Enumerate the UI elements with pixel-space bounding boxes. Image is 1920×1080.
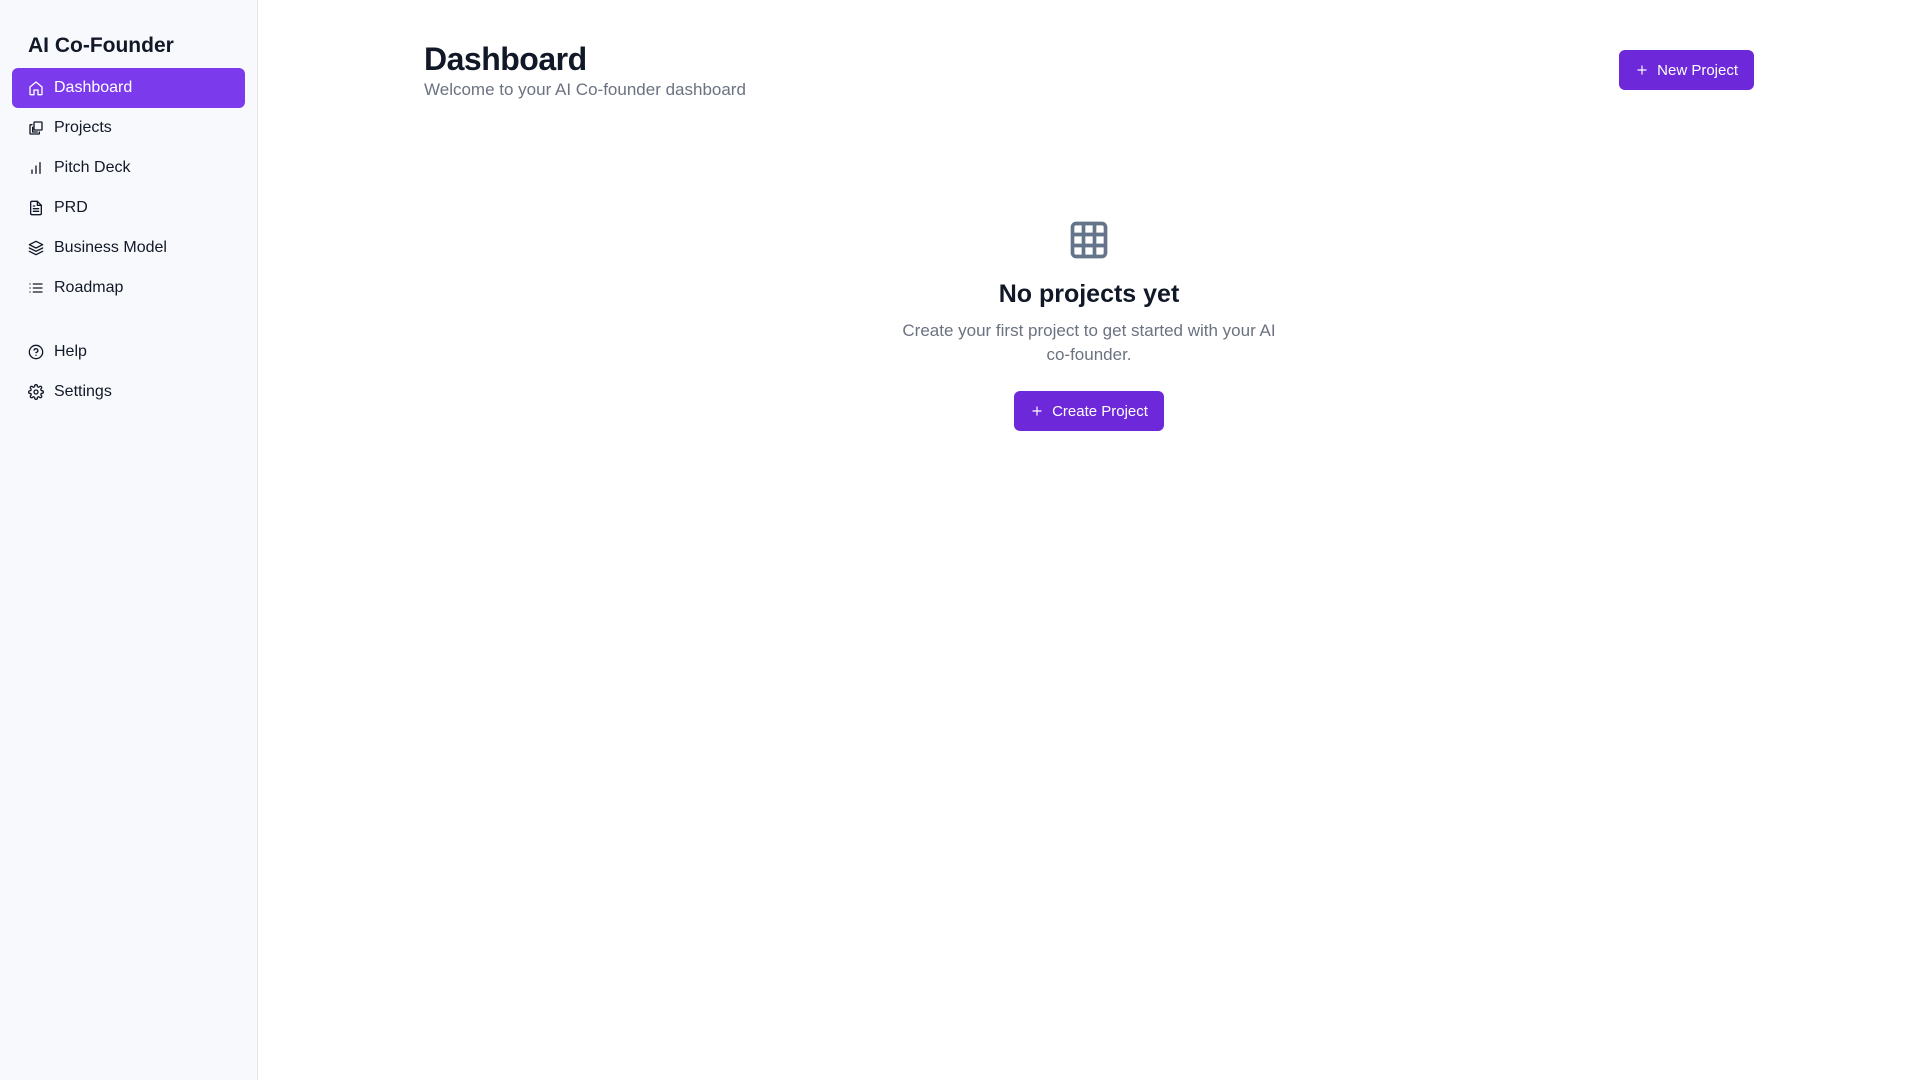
main-content: Dashboard Welcome to your AI Co-founder … bbox=[258, 0, 1920, 1080]
sidebar-nav: Dashboard Projects Pitch Deck PRD Busine… bbox=[12, 68, 245, 412]
create-project-label: Create Project bbox=[1052, 402, 1148, 420]
gear-icon bbox=[28, 384, 44, 400]
create-project-button[interactable]: Create Project bbox=[1014, 391, 1164, 431]
sidebar-item-label: Dashboard bbox=[54, 79, 133, 96]
layers-icon bbox=[28, 240, 44, 256]
sidebar-item-business-model[interactable]: Business Model bbox=[12, 228, 245, 268]
sidebar: AI Co-Founder Dashboard Projects Pitch D… bbox=[0, 0, 258, 1080]
sidebar-item-label: PRD bbox=[54, 199, 88, 216]
sidebar-item-help[interactable]: Help bbox=[12, 332, 245, 372]
sidebar-item-pitch-deck[interactable]: Pitch Deck bbox=[12, 148, 245, 188]
sidebar-item-label: Roadmap bbox=[54, 279, 124, 296]
help-circle-icon bbox=[28, 344, 44, 360]
app-brand: AI Co-Founder bbox=[28, 34, 174, 57]
page-header: Dashboard Welcome to your AI Co-founder … bbox=[424, 40, 1754, 100]
home-icon bbox=[28, 80, 44, 96]
sidebar-item-projects[interactable]: Projects bbox=[12, 108, 245, 148]
page-subtitle: Welcome to your AI Co-founder dashboard bbox=[424, 80, 746, 99]
copy-icon bbox=[28, 120, 44, 136]
empty-state-text: Create your first project to get started… bbox=[902, 321, 1276, 364]
new-project-label: New Project bbox=[1657, 61, 1738, 79]
page-title: Dashboard bbox=[424, 41, 587, 77]
sidebar-item-label: Settings bbox=[54, 383, 112, 400]
sidebar-item-roadmap[interactable]: Roadmap bbox=[12, 268, 245, 308]
sidebar-item-label: Help bbox=[54, 343, 87, 360]
sidebar-item-label: Pitch Deck bbox=[54, 159, 131, 176]
sidebar-item-dashboard[interactable]: Dashboard bbox=[12, 68, 245, 108]
bar-chart-icon bbox=[28, 160, 44, 176]
sidebar-item-label: Business Model bbox=[54, 239, 167, 256]
sidebar-item-label: Projects bbox=[54, 119, 112, 136]
plus-icon bbox=[1030, 404, 1044, 418]
sidebar-item-settings[interactable]: Settings bbox=[12, 372, 245, 412]
new-project-button[interactable]: New Project bbox=[1619, 50, 1754, 90]
list-icon bbox=[28, 280, 44, 296]
app-root: AI Co-Founder Dashboard Projects Pitch D… bbox=[0, 0, 1920, 1080]
sidebar-item-prd[interactable]: PRD bbox=[12, 188, 245, 228]
empty-state-title: No projects yet bbox=[998, 280, 1180, 308]
empty-state: No projects yet Create your first projec… bbox=[258, 218, 1920, 431]
header-text: Dashboard Welcome to your AI Co-founder … bbox=[424, 40, 746, 100]
plus-icon bbox=[1635, 63, 1649, 77]
file-text-icon bbox=[28, 200, 44, 216]
grid-icon bbox=[1067, 218, 1111, 262]
